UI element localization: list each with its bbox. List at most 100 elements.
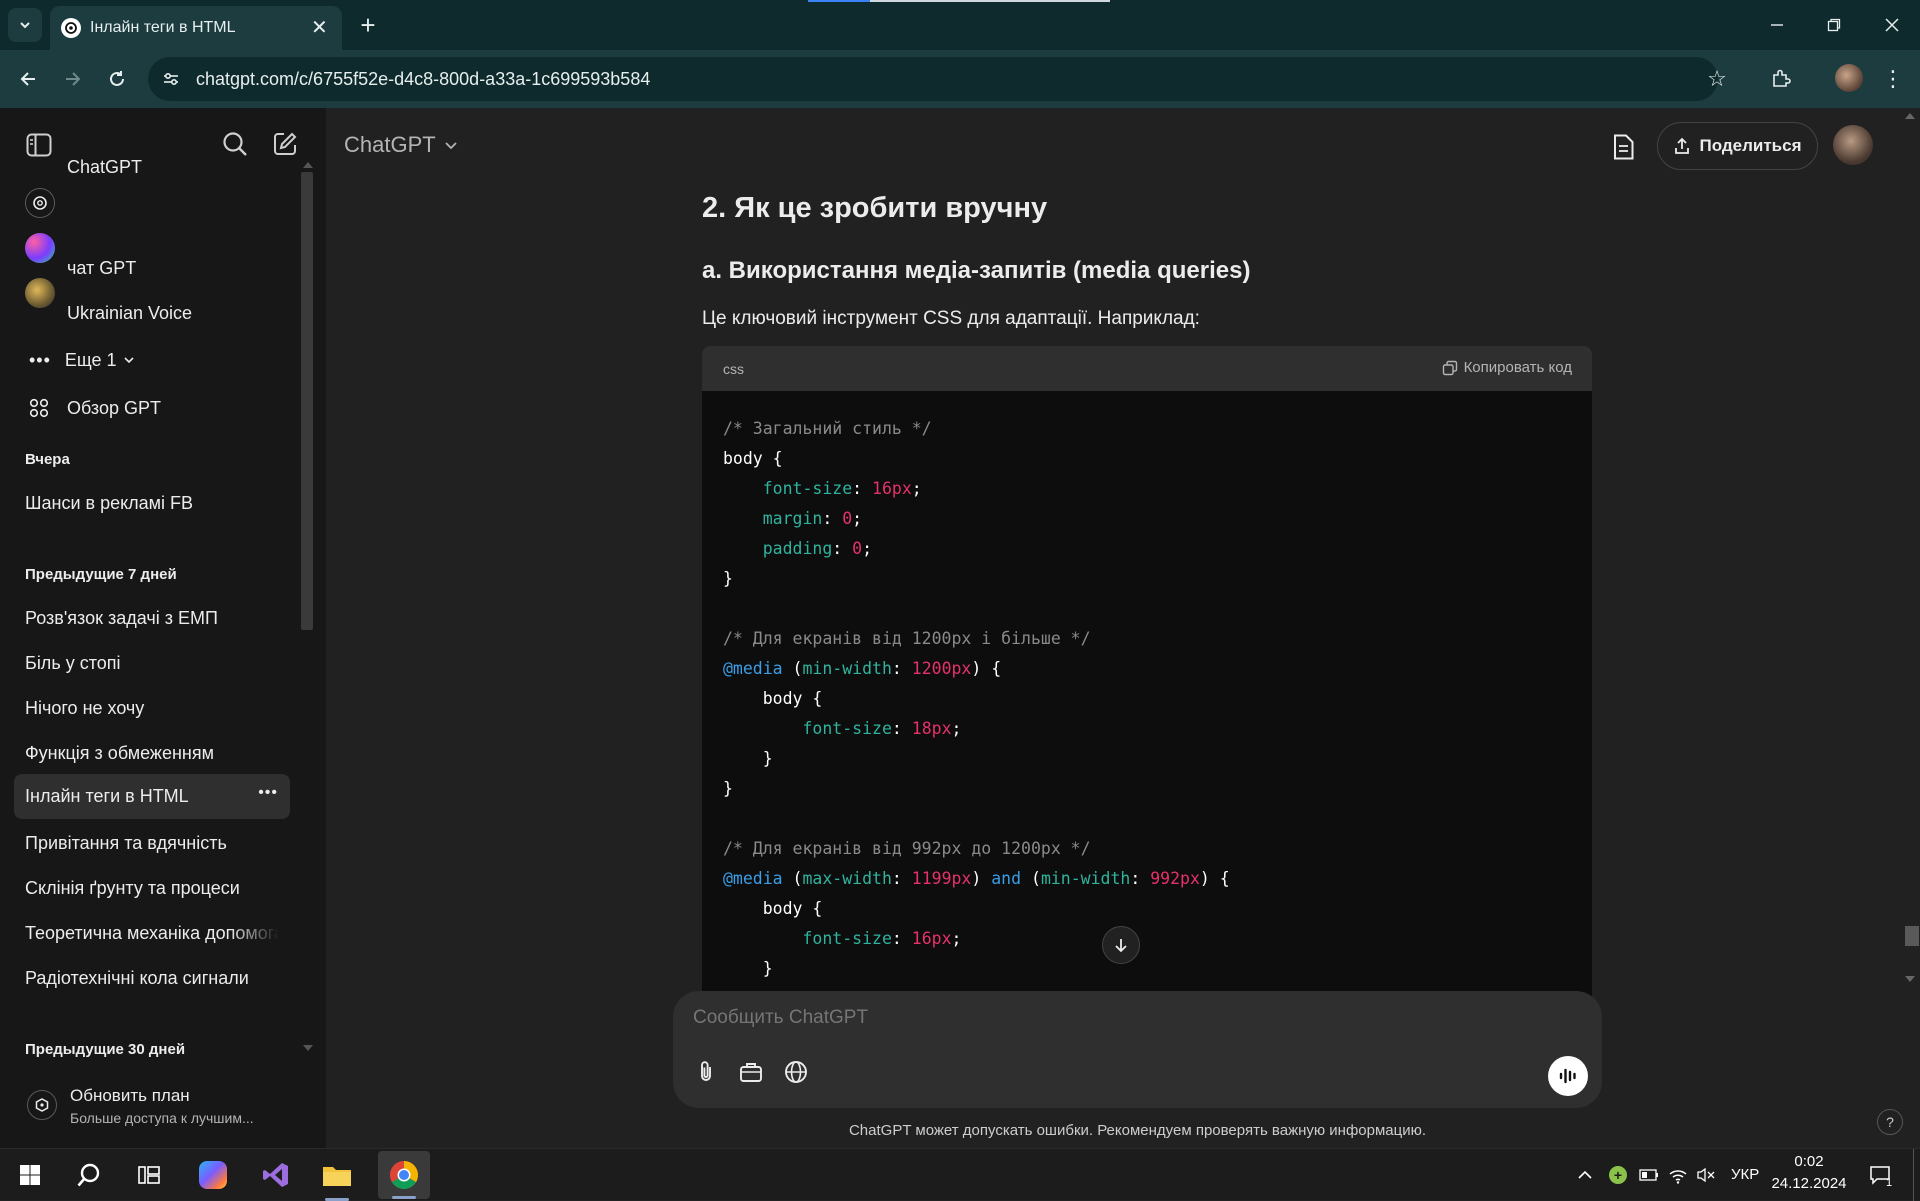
sidebar-chat-item-active[interactable]: Інлайн теги в HTML ••• [14,774,290,819]
share-label: Поделиться [1699,136,1802,155]
volume-muted-icon[interactable] [1692,1155,1720,1195]
chevron-down-icon [123,357,134,364]
forward-arrow-icon[interactable] [57,63,89,95]
tray-app-icon[interactable]: + [1604,1155,1632,1195]
address-bar[interactable]: chatgpt.com/c/6755f52e-d4c8-800d-a33a-1c… [148,57,1727,101]
back-arrow-icon[interactable] [12,63,44,95]
upgrade-plan-button[interactable]: Обновить план Больше доступа к лучшим... [14,1076,312,1134]
clock-time[interactable]: 0:02 [1775,1153,1843,1170]
sidebar-chat-item[interactable]: Радіотехнічні кола сигнали [14,957,290,999]
tray-overflow-chevron-icon[interactable] [1570,1155,1600,1195]
chat-options-ellipsis-icon[interactable]: ••• [258,784,278,802]
gpt-avatar-icon [25,278,55,308]
url-text: chatgpt.com/c/6755f52e-d4c8-800d-a33a-1c… [196,69,651,89]
sidebar-chat-item[interactable]: Шанси в рекламі FB [14,482,290,524]
share-button[interactable]: Поделиться [1657,122,1818,170]
browser-menu-kebab-icon[interactable]: ⋮ [1880,63,1906,95]
code-language: css [723,361,744,377]
window-close-icon[interactable] [1877,10,1907,40]
model-selector[interactable]: ChatGPT [344,127,458,163]
browser-tab-active[interactable]: Інлайн теги в HTML ✕ [50,6,342,50]
windows-start-icon[interactable] [10,1155,50,1195]
sidebar-explore-gpts[interactable]: Обзор GPT [14,387,290,429]
voice-mode-button[interactable] [1548,1056,1588,1096]
chat-title: Нічого не хочу [25,697,145,718]
paragraph: Це ключовий інструмент CSS для адаптації… [702,308,1200,329]
clock-date[interactable]: 24.12.2024 [1771,1175,1847,1192]
code-line: font-size: 18px; [802,719,962,738]
tools-toolbox-icon[interactable] [734,1055,768,1089]
chrome-taskbar-icon[interactable] [378,1151,430,1199]
profile-avatar-browser[interactable] [1835,64,1863,92]
tab-progress-indicator [808,0,870,2]
chat-title: Привітання та вдячність [25,832,227,853]
copy-code-button[interactable]: Копировать код [1442,359,1572,376]
user-avatar[interactable] [1833,125,1873,165]
web-search-globe-icon[interactable] [779,1055,813,1089]
help-button[interactable]: ? [1877,1109,1903,1135]
code-line: /* Загальний стиль */ [723,419,932,438]
scroll-to-bottom-button[interactable] [1102,926,1140,964]
chat-title: Функція з обмеженням [25,742,214,763]
browser-tab-strip: Інлайн теги в HTML ✕ + [0,0,1920,50]
tab-search-button[interactable] [8,8,42,42]
sidebar-chat-item[interactable]: Розв'язок задачі з ЕМП [14,597,290,639]
battery-icon[interactable] [1635,1155,1663,1195]
browser-toolbar: chatgpt.com/c/6755f52e-d4c8-800d-a33a-1c… [0,50,1920,108]
sidebar-chat-item[interactable]: Функція з обмеженням [14,732,290,774]
show-desktop-strip[interactable] [1913,1149,1920,1201]
page-scrollbar[interactable] [1901,108,1920,998]
explore-label: Обзор GPT [67,397,161,418]
sidebar-gpt-ukrainian-voice[interactable]: Ukrainian Voice [14,292,290,334]
sidebar-chat-item[interactable]: Теоретична механіка допомога [14,912,290,954]
scrollbar-thumb[interactable] [301,172,313,630]
copy-code-label: Копировать код [1463,359,1572,376]
code-line: @media (max-width: 1199px) and (min-widt… [723,869,1230,888]
code-line: /* Для екранів від 1200px і більше */ [723,629,1091,648]
code-line: } [723,959,773,978]
attach-paperclip-icon[interactable] [689,1055,723,1089]
arrow-down-icon [1115,939,1127,953]
reload-icon[interactable] [101,63,133,95]
main-panel: ChatGPT Поделиться 2. Як це зробити вруч… [326,108,1920,1148]
bookmark-star-icon[interactable]: ☆ [1702,64,1732,94]
code-line: body { [723,449,783,468]
taskbar-search-icon[interactable] [69,1155,109,1195]
window-minimize-icon[interactable] [1762,10,1792,40]
code-line: @media (min-width: 1200px) { [723,659,1002,678]
sidebar-scrollbar[interactable] [300,160,314,736]
file-explorer-icon[interactable] [317,1155,357,1201]
copilot-icon[interactable] [193,1155,233,1195]
chat-title: Розв'язок задачі з ЕМП [25,607,218,628]
extensions-puzzle-icon[interactable] [1765,63,1797,95]
disclaimer-text: ChatGPT может допускать ошибки. Рекоменд… [848,1122,1427,1139]
site-info-icon[interactable] [156,64,186,94]
model-label: ChatGPT [344,132,436,157]
code-line: margin: 0; [762,509,863,528]
scrollbar-thumb[interactable] [1905,926,1919,946]
sidebar-section-title: Предыдущие 7 дней [25,566,177,583]
message-input[interactable] [693,1003,1573,1033]
code-line: body { [723,689,823,708]
wifi-icon[interactable] [1664,1155,1692,1195]
chevron-down-icon [445,142,457,150]
keyboard-language[interactable]: УКР [1731,1166,1759,1183]
new-tab-plus-icon[interactable]: + [352,9,384,41]
window-restore-icon[interactable] [1819,10,1849,40]
sidebar-chat-item[interactable]: Біль у стопі [14,642,290,684]
task-view-icon[interactable] [129,1155,169,1195]
notifications-icon[interactable]: 1 [1862,1155,1898,1195]
gpt-label: Ukrainian Voice [67,302,193,323]
sidebar-more-gpts[interactable]: ••• Еще 1 [14,339,290,381]
visual-studio-icon[interactable] [256,1155,296,1195]
sidebar-chat-item[interactable]: Нічого не хочу [14,687,290,729]
tab-close-icon[interactable]: ✕ [311,15,328,40]
sidebar-gpt-chatgpt[interactable]: ChatGPT [14,146,290,188]
sidebar-chat-item[interactable]: Привітання та вдячність [14,822,290,864]
sidebar-section-title: Предыдущие 30 дней [25,1041,186,1058]
sidebar-gpt-chat-gpt[interactable]: чат GPT [14,247,290,289]
code-line: font-size: 16px; [762,479,922,498]
canvas-document-icon[interactable] [1604,128,1642,166]
sidebar-chat-item[interactable]: Склінія ґрунту та процеси [14,867,290,909]
